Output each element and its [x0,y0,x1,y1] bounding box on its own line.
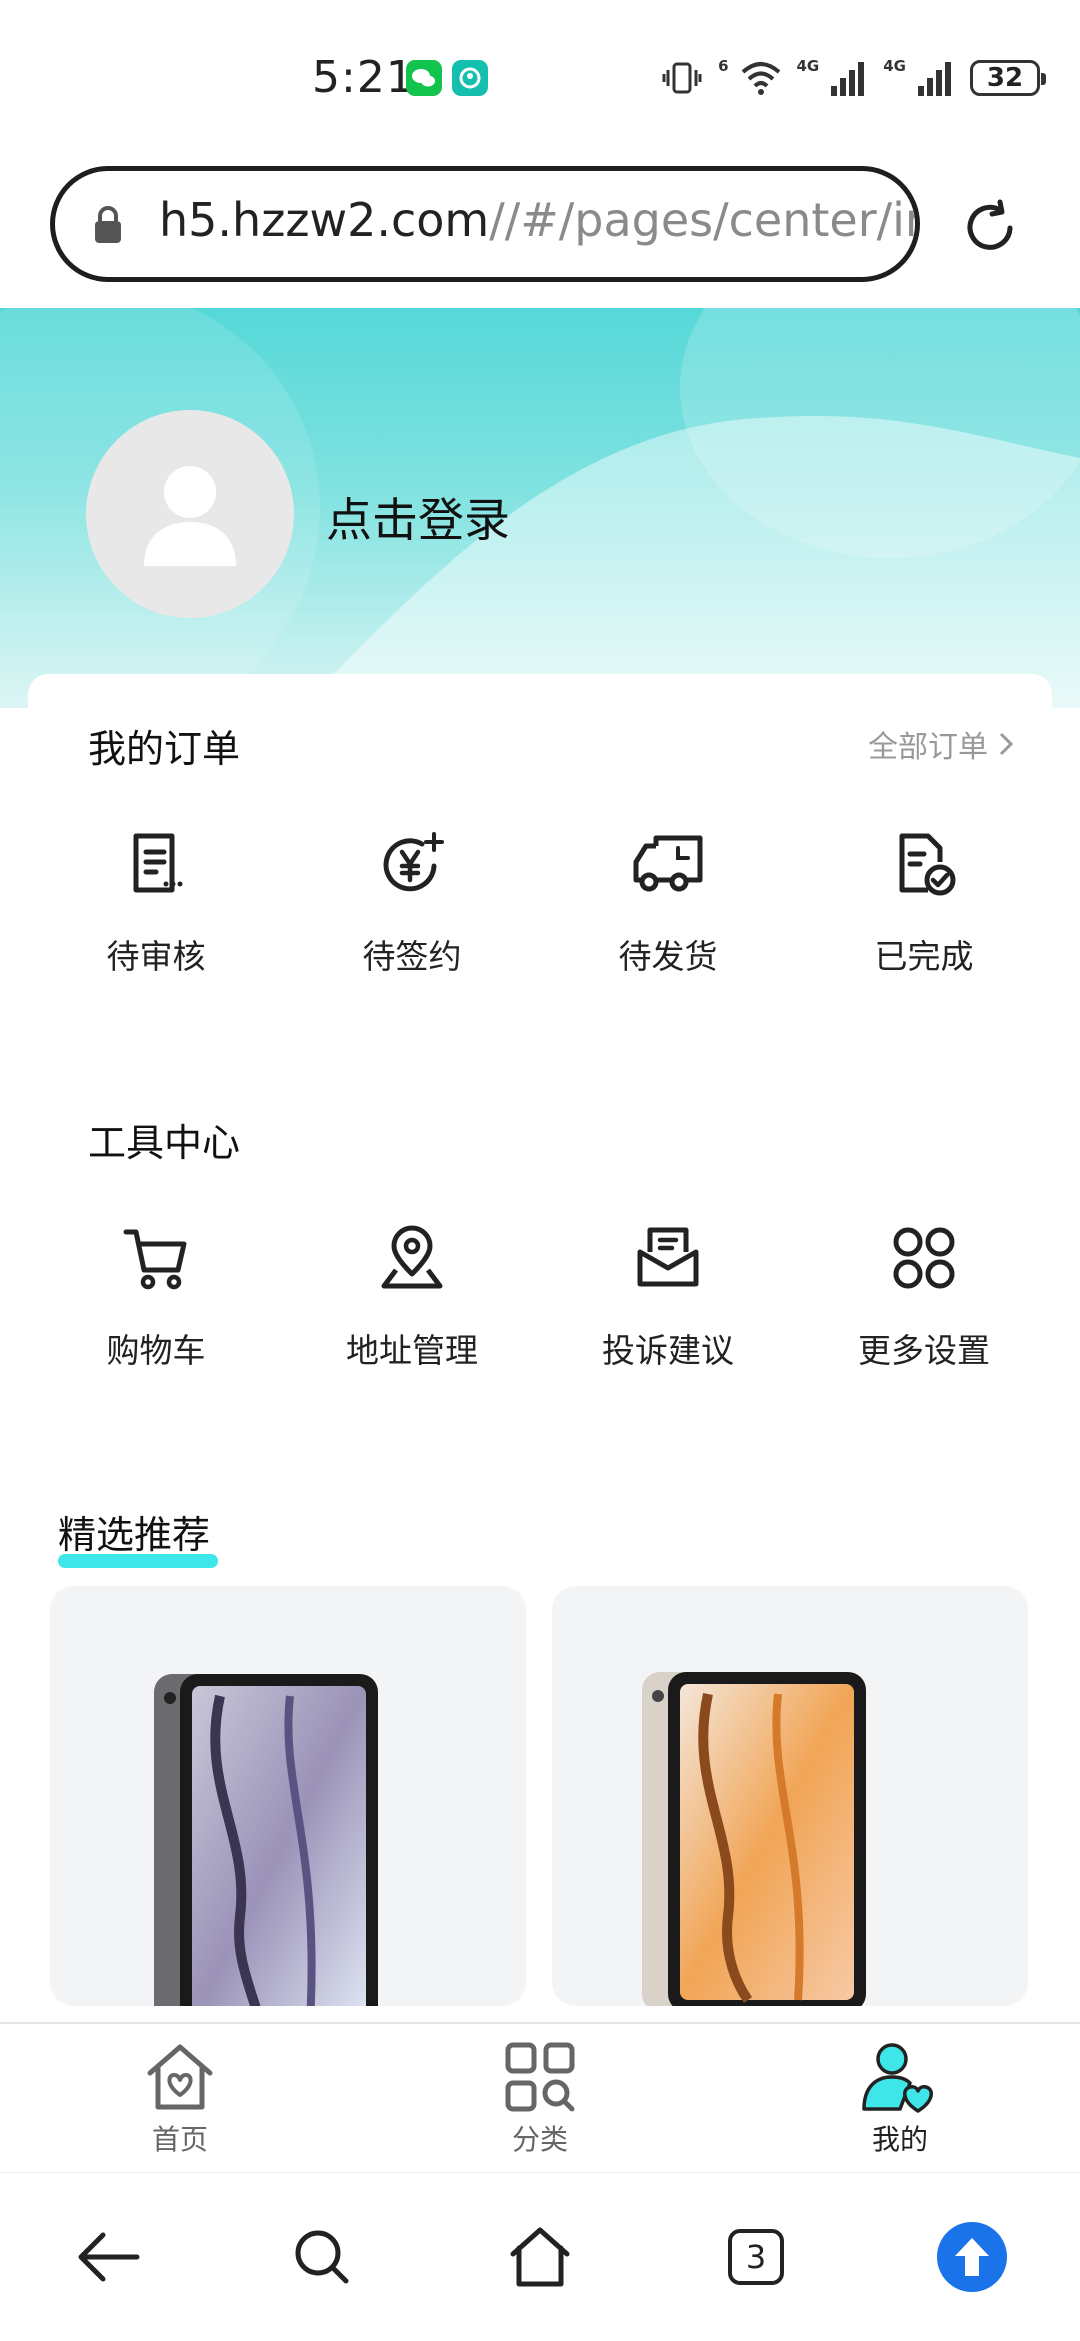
tool-cart[interactable]: 购物车 [28,1218,284,1372]
url-text: h5.hzzw2.com//#/pages/center/inc [159,193,920,247]
tab-mine[interactable]: 我的 [720,2024,1080,2174]
order-completed[interactable]: 已完成 [796,824,1052,978]
tablet-gray-image [154,1674,378,2006]
yen-coin-icon [372,824,452,904]
tool-complaint[interactable]: 投诉建议 [540,1218,796,1372]
category-search-icon [498,2038,582,2116]
order-pending-review[interactable]: 待审核 [28,824,284,978]
tool-center-card: 工具中心 购物车 地址管理 投诉建议 更多设置 [28,1068,1052,1442]
browser-url-bar: h5.hzzw2.com//#/pages/center/inc [0,150,1080,308]
my-orders-card: 我的订单 全部订单 待审核 待签约 待发货 已完成 [28,674,1052,1048]
recommend-section: 精选推荐 [28,1462,1052,2022]
product-card[interactable] [552,1586,1028,2006]
arrow-left-icon [78,2232,140,2282]
address-field[interactable]: h5.hzzw2.com//#/pages/center/inc [50,166,920,282]
reload-icon[interactable] [958,196,1022,260]
delivery-truck-icon [628,824,708,904]
home-icon [510,2227,570,2287]
tab-home[interactable]: 首页 [0,2024,360,2174]
wechat-notification-icon [406,60,442,96]
back-button[interactable] [68,2217,148,2297]
status-bar: 5:21 6 4G 4G 32 [0,0,1080,150]
search-icon [295,2230,349,2284]
location-pin-icon [372,1218,452,1298]
arrow-up-circle-icon [937,2222,1007,2292]
order-pending-ship[interactable]: 待发货 [540,824,796,978]
avatar[interactable] [86,410,294,618]
profile-header: 点击登录 [0,308,1080,708]
default-user-icon [144,466,236,566]
login-link[interactable]: 点击登录 [326,484,510,550]
user-heart-icon [858,2038,942,2116]
vibrate-icon [662,62,702,94]
product-card[interactable] [50,1586,526,2006]
signal-icon-2 [918,62,951,96]
tab-category[interactable]: 分类 [360,2024,720,2174]
order-pending-sign[interactable]: 待签约 [284,824,540,978]
document-list-icon [116,824,196,904]
lock-icon [95,206,121,243]
search-button[interactable] [282,2217,362,2297]
battery-indicator: 32 [970,60,1046,96]
tools-title: 工具中心 [88,1121,241,1165]
home-heart-icon [138,2038,222,2116]
all-orders-link[interactable]: 全部订单 [868,722,1014,766]
tablet-starlight-image [642,1672,866,2006]
recommend-title: 精选推荐 [58,1513,211,1557]
bottom-tab-bar: 首页 分类 我的 [0,2022,1080,2174]
grid-clover-icon [884,1218,964,1298]
status-icons: 6 4G 4G 32 [660,56,1046,100]
message-envelope-icon [628,1218,708,1298]
tabs-button[interactable]: 3 [716,2217,796,2297]
app-notification-icon [452,60,488,96]
signal-icon [831,62,865,96]
cart-icon [116,1218,196,1298]
orders-title: 我的订单 [88,727,241,771]
home-button[interactable] [500,2217,580,2297]
status-time: 5:21 [312,52,415,103]
browser-nav-bar: 3 [0,2172,1080,2341]
chevron-right-icon [999,732,1014,756]
tab-count-icon: 3 [728,2229,784,2285]
wifi-icon [741,62,780,95]
update-button[interactable] [932,2217,1012,2297]
tool-address[interactable]: 地址管理 [284,1218,540,1372]
document-check-icon [884,824,964,904]
tool-more-settings[interactable]: 更多设置 [796,1218,1052,1372]
